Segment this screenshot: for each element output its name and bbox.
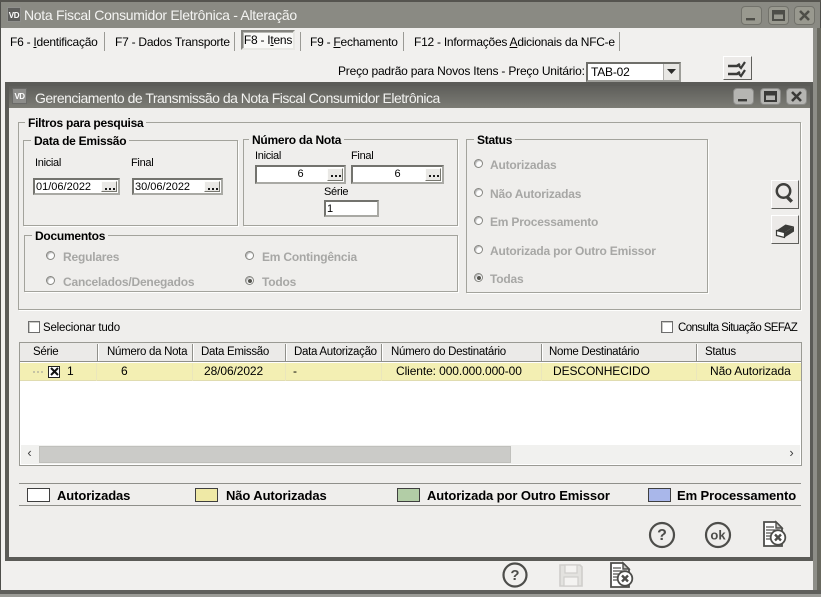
svg-text:?: ? <box>657 527 667 544</box>
svg-text:ok: ok <box>710 528 726 543</box>
svg-text:?: ? <box>510 567 519 584</box>
